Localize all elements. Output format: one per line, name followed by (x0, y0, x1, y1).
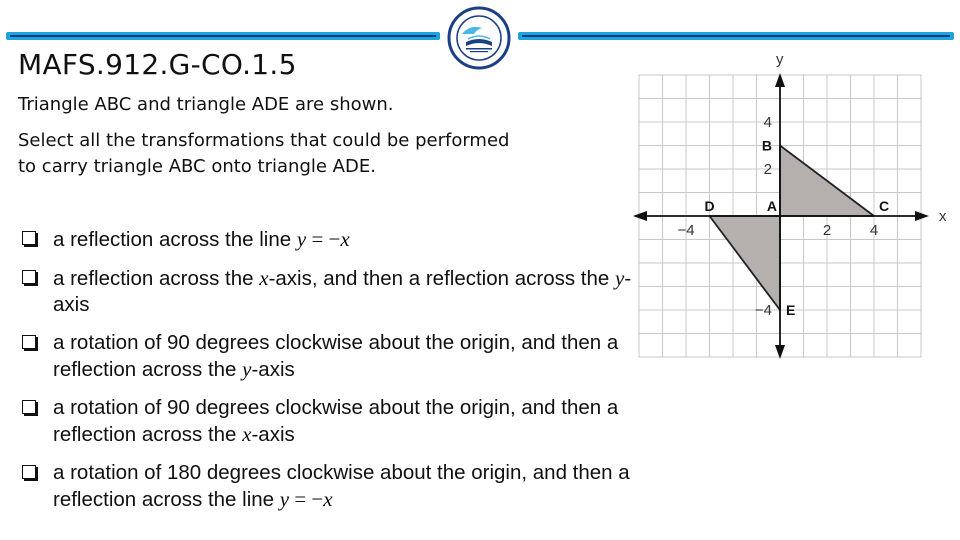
y-tick-label: −4 (755, 302, 772, 319)
option-text: a reflection across the line (53, 228, 297, 251)
checkbox-icon[interactable] (22, 231, 36, 245)
option-text: -axis, and then a reflection across the (268, 267, 615, 290)
y-tick-label: 4 (764, 114, 772, 131)
point-label-c: C (879, 198, 889, 214)
header-bar-left (6, 32, 440, 40)
school-district-seal-logo (447, 6, 511, 70)
option-text: a rotation of 180 degrees clockwise abou… (53, 461, 630, 511)
point-label-d: D (704, 198, 714, 214)
math-variable: x (340, 227, 350, 251)
answer-option[interactable]: a reflection across the x-axis, and then… (22, 265, 632, 318)
math-variable: x (259, 266, 269, 290)
answer-option[interactable]: a rotation of 90 degrees clockwise about… (22, 395, 632, 448)
x-axis-label: x (939, 208, 947, 225)
page-title: MAFS.912.G-CO.1.5 (18, 48, 297, 81)
y-tick-label: 2 (764, 161, 772, 178)
option-text: -axis (251, 423, 295, 446)
y-axis-label: y (776, 51, 784, 68)
checkbox-icon[interactable] (22, 335, 36, 349)
triangles (708, 144, 875, 311)
answer-option[interactable]: a reflection across the line y = −x (22, 226, 632, 253)
math-operator: = − (306, 227, 341, 251)
x-tick-label: 4 (870, 222, 878, 239)
math-variable: y (615, 266, 625, 290)
x-tick-label: 2 (823, 222, 831, 239)
option-text: a reflection across the (53, 267, 260, 290)
math-variable: y (296, 227, 307, 251)
point-label-b: B (762, 138, 772, 154)
checkbox-icon[interactable] (22, 400, 36, 414)
point-label-e: E (786, 302, 795, 318)
x-axis-right-arrow-icon (915, 211, 929, 221)
option-text: -axis (251, 358, 295, 381)
prompt-intro: Triangle ABC and triangle ADE are shown. (18, 94, 394, 115)
axes (633, 73, 929, 359)
math-variable: x (323, 487, 333, 511)
prompt-instruction: Select all the transformations that coul… (18, 130, 510, 177)
x-axis-left-arrow-icon (633, 211, 647, 221)
math-variable: y (279, 487, 290, 511)
checkbox-icon[interactable] (22, 465, 36, 479)
checkbox-icon[interactable] (22, 270, 36, 284)
point-label-a: A (767, 198, 777, 214)
coordinate-graph: x y −4 2 4 4 2 −4 A B C D E (633, 51, 947, 359)
answer-option[interactable]: a rotation of 90 degrees clockwise about… (22, 330, 632, 383)
answer-options-list: a reflection across the line y = −x a ref… (22, 226, 632, 525)
x-tick-label: −4 (677, 222, 694, 239)
header-bar-right (518, 32, 954, 40)
option-text: a rotation of 90 degrees clockwise about… (53, 331, 619, 381)
math-operator: = − (289, 487, 324, 511)
option-text: a rotation of 90 degrees clockwise about… (53, 396, 619, 446)
answer-option[interactable]: a rotation of 180 degrees clockwise abou… (22, 460, 632, 513)
